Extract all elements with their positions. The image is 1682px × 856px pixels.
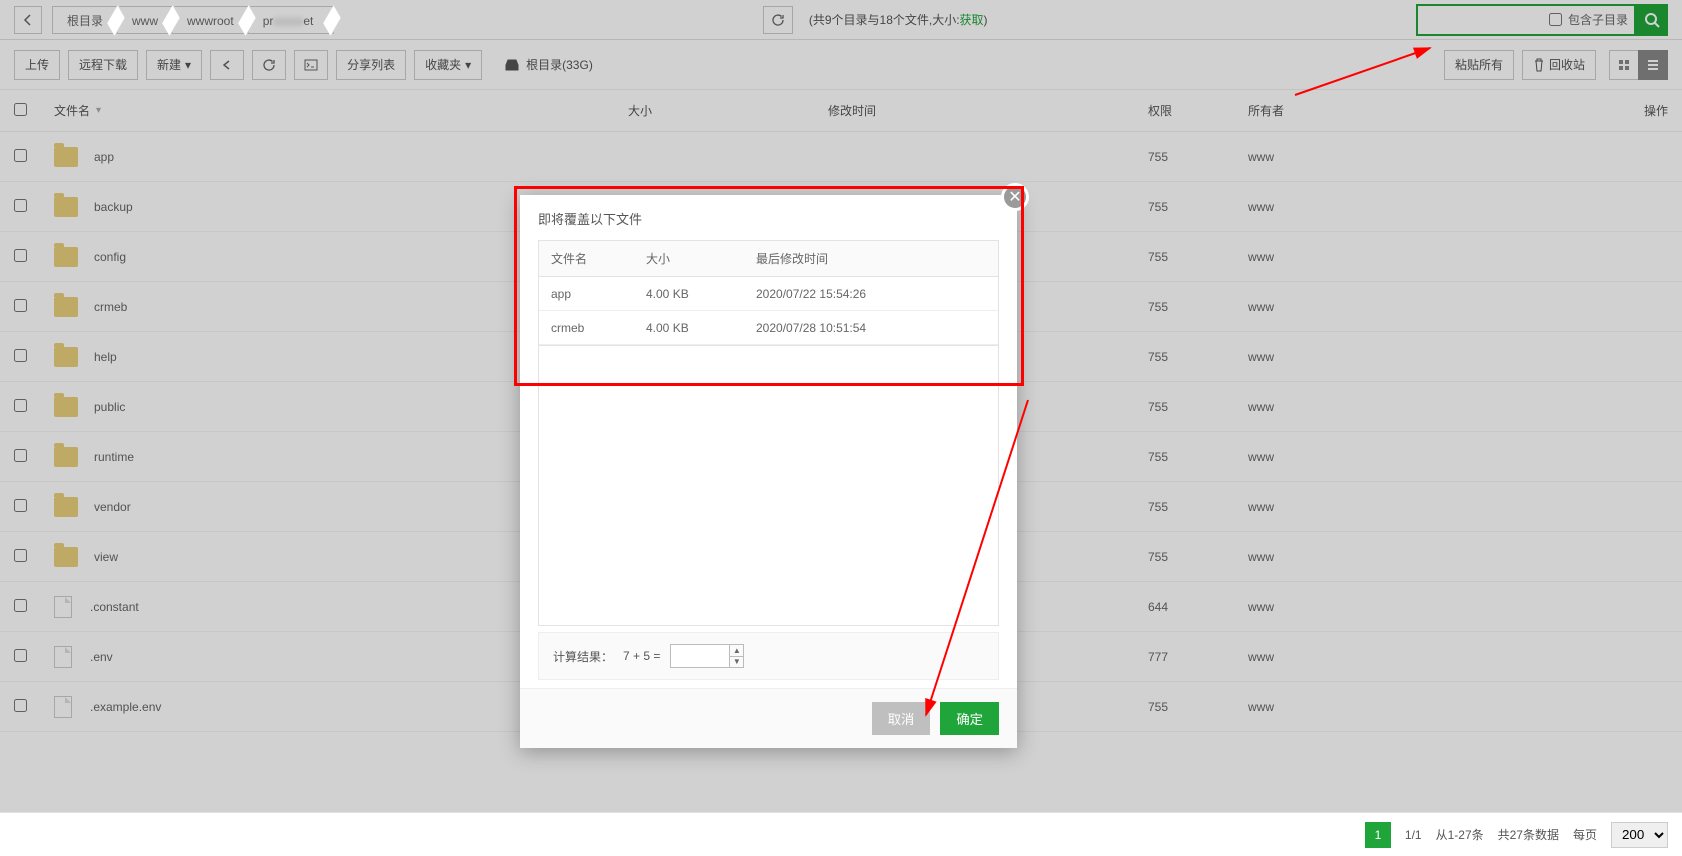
dialog-col-mtime: 最后修改时间 xyxy=(756,250,986,267)
cancel-button[interactable]: 取消 xyxy=(872,702,931,735)
record-total: 共27条数据 xyxy=(1498,826,1559,843)
confirm-button[interactable]: 确定 xyxy=(940,702,999,735)
page-range: 从1-27条 xyxy=(1436,826,1484,843)
dialog-col-name: 文件名 xyxy=(551,250,646,267)
captcha-row: 计算结果： 7 + 5 = ▲▼ xyxy=(538,632,999,680)
perpage-select[interactable]: 200 xyxy=(1611,822,1668,848)
dialog-col-size: 大小 xyxy=(646,250,756,267)
perpage-label: 每页 xyxy=(1573,826,1597,843)
captcha-input[interactable] xyxy=(670,644,730,668)
captcha-spinner[interactable]: ▲▼ xyxy=(730,644,744,668)
captcha-label: 计算结果： xyxy=(553,648,613,665)
overwrite-dialog: ✕ 即将覆盖以下文件 文件名 大小 最后修改时间 app4.00 KB2020/… xyxy=(520,195,1017,748)
captcha-expression: 7 + 5 = xyxy=(623,649,660,663)
dialog-title: 即将覆盖以下文件 xyxy=(538,209,999,228)
dialog-table: 文件名 大小 最后修改时间 app4.00 KB2020/07/22 15:54… xyxy=(538,240,999,346)
current-page[interactable]: 1 xyxy=(1365,822,1391,848)
dialog-close-button[interactable]: ✕ xyxy=(1001,183,1029,211)
dialog-row: app4.00 KB2020/07/22 15:54:26 xyxy=(539,277,998,311)
dialog-row: crmeb4.00 KB2020/07/28 10:51:54 xyxy=(539,311,998,345)
page-total: 1/1 xyxy=(1405,828,1422,842)
pagination-footer: 1 1/1 从1-27条 共27条数据 每页 200 xyxy=(0,812,1682,856)
